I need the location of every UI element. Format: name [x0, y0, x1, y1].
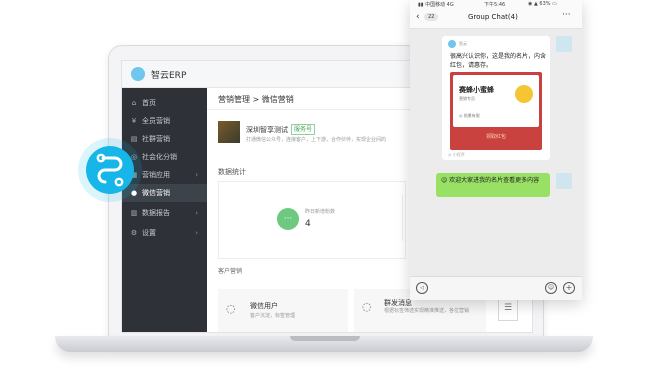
more-icon[interactable]: ··· — [562, 10, 571, 20]
gear-icon: ⚙ — [130, 229, 138, 237]
wechat-users-card[interactable]: ◌ 微信用户 客户沉淀，标签管理 — [218, 289, 348, 332]
card-title: 微信用户 — [250, 302, 278, 310]
account-description: 打通微信公众号，连接客户，上下游，合作伙伴，实现企业间的 — [246, 137, 387, 143]
share-flow-icon — [86, 146, 134, 194]
sidebar-item-label: 设置 — [142, 229, 156, 237]
users-icon: ◌ — [226, 302, 236, 315]
card-subtitle: 客户沉淀，标签管理 — [250, 313, 296, 319]
chevron-right-icon: › — [195, 171, 198, 179]
card-name: 赛蜂小蜜蜂 — [459, 86, 494, 94]
chat-title: Group Chat(4) — [468, 13, 518, 21]
unread-count-badge[interactable]: 22 — [424, 13, 439, 21]
sidebar-item[interactable]: ▦ 营销应用 › — [122, 166, 207, 184]
sidebar-item[interactable]: ¥ 全员营销 — [122, 112, 207, 130]
sidebar-item-label: 全员营销 — [142, 117, 170, 125]
sidebar-item-label: 数据报告 — [142, 209, 170, 217]
sidebar-item-label: 微信营销 — [142, 189, 170, 197]
carrier-text: ▮▮ 中国移动 4G — [418, 2, 454, 8]
message-text: 很高兴认识你，这是我的名片，内含红包，请惠存。 — [450, 53, 547, 69]
chat-bubble-icon: ··· — [277, 208, 299, 230]
red-envelope-card[interactable]: 赛蜂小蜜蜂 营销专员 ◎ 前景有限 领取红包 — [450, 72, 542, 150]
avatar — [556, 36, 572, 52]
sidebar-item-label: 营销应用 — [142, 171, 170, 179]
account-name: 深圳智享测试 — [246, 126, 288, 134]
account-type-badge: 服务号 — [291, 124, 316, 135]
card-inner: 赛蜂小蜜蜂 营销专员 ◎ 前景有限 — [453, 75, 539, 127]
account-avatar — [218, 121, 240, 143]
card-company: ◎ 前景有限 — [459, 113, 480, 118]
message-source: 智云 — [459, 41, 467, 46]
sidebar: ⌂ 首页 ¥ 全员营销 ▤ 社群营销 ◎ 社会化分销 ▦ 营销应用 › ● 微信营销 ▥ 数据报告 › ⚙ 设置 › — [122, 88, 207, 332]
bee-mascot-icon — [515, 85, 533, 103]
clock-text: 下午5:46 — [484, 2, 506, 8]
sidebar-item[interactable]: ▤ 社群营销 — [122, 130, 207, 148]
app-logo-icon — [448, 40, 456, 48]
sidebar-item-label: 首页 — [142, 99, 156, 107]
coins-icon: ¥ — [131, 117, 137, 125]
divider — [402, 195, 403, 241]
app-logo-icon — [131, 67, 145, 81]
laptop-notch — [290, 336, 360, 341]
message-text: 😉 欢迎大家进我的名片查看更多内容 — [441, 177, 540, 184]
sidebar-item[interactable]: ◎ 社会化分销 — [122, 148, 207, 166]
sidebar-item[interactable]: ▥ 数据报告 › — [122, 204, 207, 222]
battery-text: ◉ ▲ 63% ▭ — [528, 1, 557, 7]
back-icon[interactable]: ‹ — [416, 12, 420, 22]
sidebar-item-label: 社会化分销 — [142, 153, 177, 161]
stats-value: 4 — [305, 219, 311, 229]
home-icon: ⌂ — [131, 99, 137, 107]
card-subtitle: 根据标签筛选实现精准推送，各位营销 — [384, 308, 470, 314]
chat-header: ‹ 22 Group Chat(4) ··· — [410, 8, 582, 29]
message-icon: ◌ — [362, 300, 372, 313]
stats-card: ··· 昨日新增粉数 4 — [218, 181, 406, 259]
breadcrumb: 营销管理 > 微信营销 — [218, 95, 294, 104]
app-title: 智云ERP — [151, 71, 187, 81]
stats-caption: 昨日新增粉数 — [305, 209, 336, 215]
sent-message[interactable]: 😉 欢迎大家进我的名片查看更多内容 — [436, 173, 550, 197]
claim-red-envelope-button[interactable]: 领取红包 — [450, 133, 542, 140]
card-role: 营销专员 — [459, 96, 475, 101]
sidebar-item[interactable]: ● 微信营销 — [122, 184, 207, 202]
chevron-right-icon: › — [195, 209, 198, 217]
voice-icon[interactable]: ◁ — [416, 282, 428, 294]
card-title: 群发消息 — [384, 299, 412, 307]
chat-input-bar: ◁ ☺ + — [410, 276, 582, 300]
mini-program-label: ◎ 小程序 — [448, 152, 465, 157]
avatar — [556, 173, 572, 189]
sidebar-item[interactable]: ⌂ 首页 — [122, 94, 207, 112]
emoji-icon[interactable]: ☺ — [545, 282, 557, 294]
stats-section-title: 数据统计 — [218, 168, 246, 176]
business-card-message[interactable]: 智云 很高兴认识你，这是我的名片，内含红包，请惠存。 赛蜂小蜜蜂 营销专员 ◎ … — [442, 36, 550, 160]
status-bar: ▮▮ 中国移动 4G 下午5:46 ◉ ▲ 63% ▭ — [410, 0, 582, 8]
report-icon: ▥ — [130, 209, 138, 217]
sidebar-item-label: 社群营销 — [142, 135, 170, 143]
sidebar-item[interactable]: ⚙ 设置 › — [122, 224, 207, 242]
marketing-section-title: 客户营销 — [218, 268, 243, 275]
phone-chat-window: ▮▮ 中国移动 4G 下午5:46 ◉ ▲ 63% ▭ ‹ 22 Group C… — [410, 0, 582, 300]
chevron-right-icon: › — [195, 229, 198, 237]
plus-icon[interactable]: + — [563, 282, 575, 294]
